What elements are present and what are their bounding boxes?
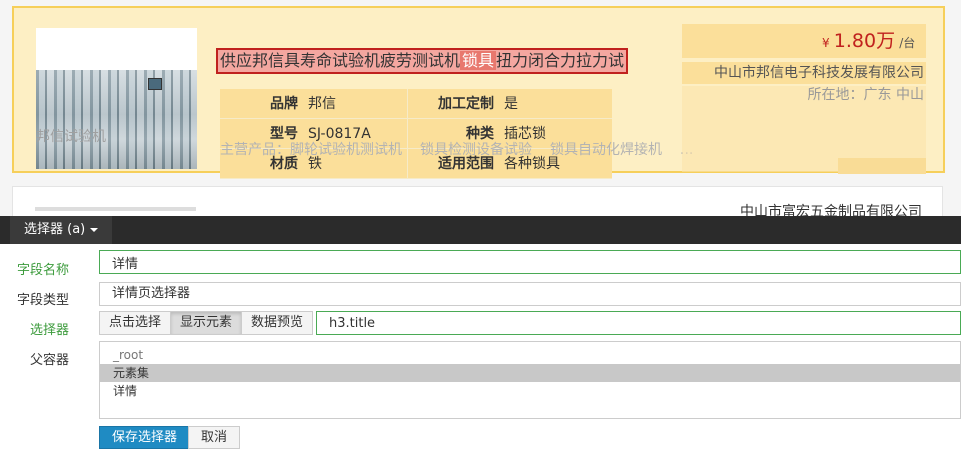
parent-label: 父容器 [29, 353, 69, 368]
click-select-button[interactable]: 点击选择 [99, 311, 172, 335]
field-type-label: 字段类型 [16, 293, 69, 308]
parent-option[interactable]: 详情 [100, 382, 960, 400]
field-name-input[interactable] [99, 250, 961, 274]
product-thumbnail[interactable] [36, 28, 197, 169]
data-preview-button[interactable]: 数据预览 [241, 311, 314, 335]
product-title-selected[interactable]: 供应邦信具寿命试验机疲劳测试机 锁具 扭力闭合力拉力试 [216, 48, 629, 74]
machine-screen-graphic [148, 78, 162, 90]
field-type-row: 字段类型 详情页选择器 [0, 282, 961, 308]
main-product-link[interactable]: 锁具检测设备试验 [420, 142, 532, 158]
main-product-link[interactable]: 锁具自动化焊接机 [550, 142, 662, 158]
seller-info: ¥ 1.80万 /台 中山市邦信电子科技发展有限公司 所在地：广东 中山 [682, 24, 926, 106]
selector-label: 选择器 [29, 323, 69, 338]
company-link[interactable]: 中山市邦信电子科技发展有限公司 [682, 62, 926, 84]
parent-option-selected[interactable]: 元素集 [100, 364, 960, 382]
field-type-select[interactable]: 详情页选择器 [99, 282, 961, 306]
parent-option[interactable]: _root [100, 346, 960, 364]
attribute-row: 品牌 邦信 加工定制 是 [220, 89, 612, 119]
right-column-highlight [838, 158, 926, 174]
product-card-highlighted[interactable]: 供应邦信具寿命试验机疲劳测试机 锁具 扭力闭合力拉力试 品牌 邦信 加工定制 是 型… [12, 6, 945, 179]
attribute-table: 品牌 邦信 加工定制 是 型号 SJ-0817A 种类 插芯锁 材质 铁 适用范… [220, 89, 612, 179]
selector-toolbar: 选择器 (a) [0, 216, 961, 244]
main-products-label: 主营产品： [220, 142, 290, 158]
product-card[interactable]: 中山市富宏五金制品有限公司 [12, 186, 943, 216]
attr-label: 加工定制 [438, 96, 494, 112]
title-text-after: 扭力闭合力拉力试 [496, 51, 625, 70]
selector-input[interactable] [316, 311, 961, 335]
selector-row: 选择器 点击选择 显示元素 数据预览 [0, 311, 961, 338]
title-text-before: 供应邦信具寿命试验机疲劳测试机 [220, 51, 461, 70]
show-elements-button[interactable]: 显示元素 [170, 311, 243, 335]
page-preview: 供应邦信具寿命试验机疲劳测试机 锁具 扭力闭合力拉力试 品牌 邦信 加工定制 是 型… [0, 0, 961, 216]
price-unit: /台 [899, 36, 916, 50]
price-value: 1.80万 [833, 30, 896, 52]
title-keyword-highlight: 锁具 [460, 51, 497, 70]
selector-button-group: 点击选择 显示元素 数据预览 [99, 311, 314, 335]
company-link[interactable]: 中山市富宏五金制品有限公司 [740, 201, 922, 216]
attr-value: 是 [504, 96, 518, 112]
selector-menu-label: 选择器 (a) [24, 222, 86, 237]
attr-value: 邦信 [308, 89, 408, 118]
price: ¥ 1.80万 /台 [682, 24, 926, 58]
parent-selector-listbox[interactable]: _root 元素集 详情 [99, 341, 961, 419]
product-thumbnail[interactable] [35, 207, 196, 211]
thumbnail-watermark: 邦信试验机 [36, 129, 106, 145]
caret-down-icon [90, 227, 99, 232]
cancel-button[interactable]: 取消 [188, 426, 241, 449]
field-name-row: 字段名称 [0, 250, 961, 278]
main-product-link[interactable]: 脚轮试验机测试机 [290, 142, 402, 158]
price-currency: ¥ [822, 36, 830, 50]
selector-menu-dropdown[interactable]: 选择器 (a) [10, 216, 113, 244]
location-text: 所在地：广东 中山 [807, 87, 924, 103]
field-name-label: 字段名称 [16, 263, 69, 278]
save-selector-button[interactable]: 保存选择器 [99, 426, 191, 449]
product-photo [36, 70, 197, 169]
attr-label: 品牌 [270, 96, 298, 112]
